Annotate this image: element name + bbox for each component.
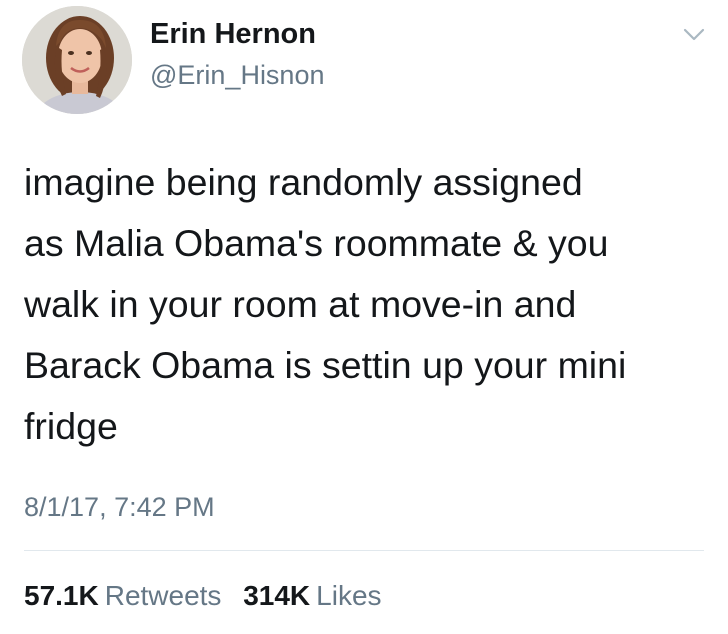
likes-count: 314K xyxy=(243,580,311,611)
author-handle[interactable]: @Erin_Hisnon xyxy=(150,60,325,91)
likes-stat[interactable]: 314K Likes xyxy=(243,580,381,612)
tweet-stats: 57.1K Retweets 314K Likes xyxy=(24,580,396,612)
divider xyxy=(24,550,704,551)
chevron-down-icon[interactable] xyxy=(682,24,706,44)
tweet-text: imagine being randomly assigned as Malia… xyxy=(24,161,627,447)
author-display-name[interactable]: Erin Hernon xyxy=(150,18,316,51)
avatar-image xyxy=(22,6,132,114)
retweets-label: Retweets xyxy=(104,580,222,611)
tweet-timestamp[interactable]: 8/1/17, 7:42 PM xyxy=(24,492,215,523)
tweet-card: Erin Hernon @Erin_Hisnon imagine being r… xyxy=(0,0,728,634)
likes-label: Likes xyxy=(316,580,382,611)
retweets-count: 57.1K xyxy=(24,580,99,611)
retweets-stat[interactable]: 57.1K Retweets xyxy=(24,580,221,612)
avatar[interactable] xyxy=(22,6,132,114)
